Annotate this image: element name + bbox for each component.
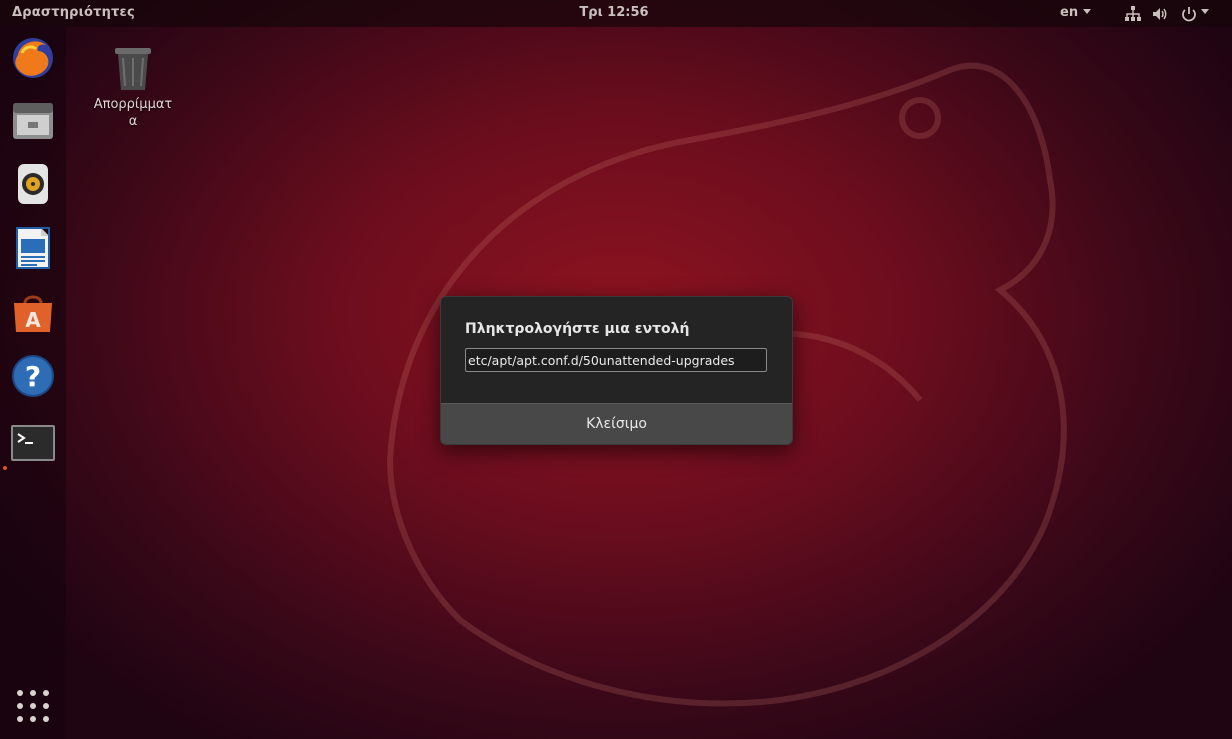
grid-dot xyxy=(30,690,36,696)
clock-text: Τρι 12:56 xyxy=(579,5,649,20)
chevron-down-icon xyxy=(1201,9,1209,14)
chevron-down-icon xyxy=(1083,9,1091,14)
libreoffice-writer-icon[interactable] xyxy=(10,225,56,271)
trash-icon xyxy=(115,48,151,90)
top-bar: Δραστηριότητες Τρι 12:56 en xyxy=(0,0,1232,27)
clock[interactable]: Τρι 12:56 xyxy=(0,5,1228,20)
trash-label: Απορρίμματα xyxy=(93,97,173,129)
firefox-icon[interactable] xyxy=(10,35,56,81)
svg-text:?: ? xyxy=(25,360,41,393)
network-icon[interactable] xyxy=(1124,5,1142,23)
close-button[interactable]: Κλείσιμο xyxy=(441,404,792,444)
svg-text:A: A xyxy=(25,308,41,332)
volume-icon[interactable] xyxy=(1151,5,1169,23)
grid-dot xyxy=(43,690,49,696)
software-center-icon[interactable]: A xyxy=(10,289,56,335)
power-icon[interactable] xyxy=(1180,5,1198,23)
running-indicator xyxy=(3,466,7,470)
app-grid-icon[interactable] xyxy=(15,688,51,724)
rhythmbox-icon[interactable] xyxy=(10,161,56,207)
grid-dot xyxy=(30,716,36,722)
grid-dot xyxy=(17,716,23,722)
help-icon[interactable]: ? xyxy=(10,353,56,399)
grid-dot xyxy=(17,703,23,709)
desktop-screen: Δραστηριότητες Τρι 12:56 en A ? Απορρίμμ… xyxy=(0,0,1232,739)
grid-dot xyxy=(43,716,49,722)
files-icon[interactable] xyxy=(10,97,56,143)
command-input[interactable] xyxy=(465,348,767,372)
desktop-trash[interactable]: Απορρίμματα xyxy=(90,44,176,130)
grid-dot xyxy=(43,703,49,709)
dialog-title: Πληκτρολογήστε μια εντολή xyxy=(465,321,690,337)
dock: A ? xyxy=(0,27,66,739)
language-indicator[interactable]: en xyxy=(1060,5,1078,20)
run-command-dialog: Πληκτρολογήστε μια εντολή Κλείσιμο xyxy=(440,296,793,445)
grid-dot xyxy=(30,703,36,709)
dialog-footer: Κλείσιμο xyxy=(441,403,792,444)
terminal-icon[interactable] xyxy=(10,420,56,466)
grid-dot xyxy=(17,690,23,696)
